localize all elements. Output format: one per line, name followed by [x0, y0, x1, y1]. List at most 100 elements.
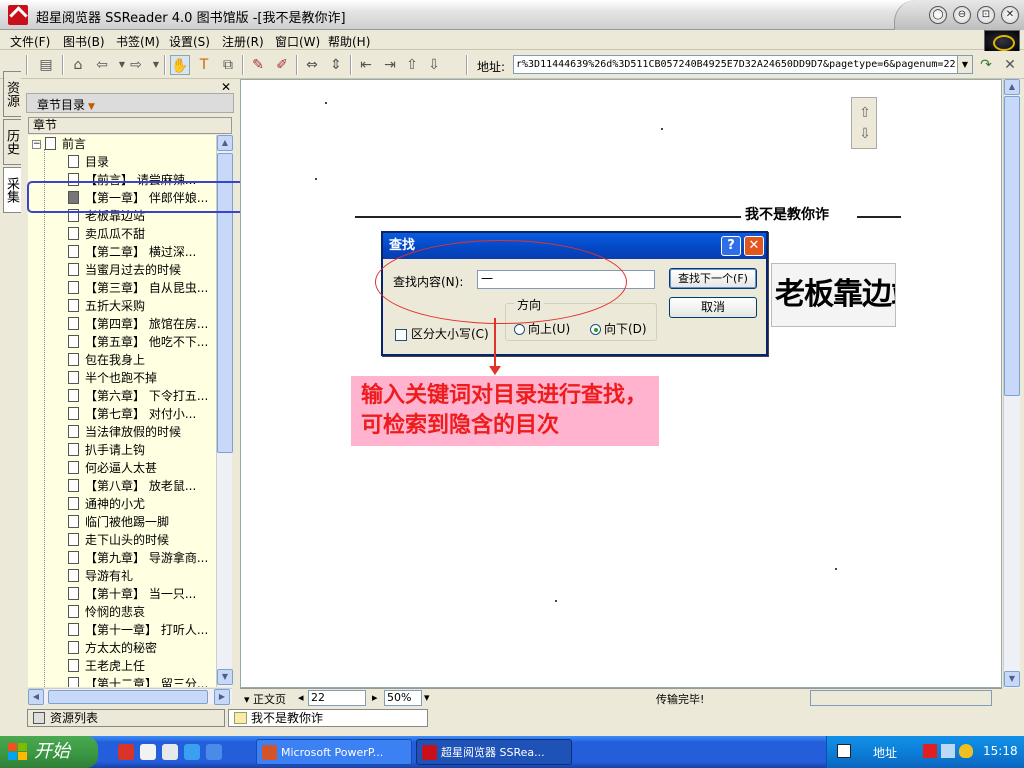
scroll-down-icon[interactable]: ▼ — [1004, 671, 1020, 687]
region-select-icon[interactable]: ⧉ — [218, 55, 238, 75]
panel-close-icon[interactable]: ✕ — [221, 80, 231, 94]
tree-item[interactable]: 临门被他踢一脚 — [68, 513, 169, 531]
tree-item[interactable]: 【第五章】 他吃不下... — [68, 333, 208, 351]
internet-explorer-icon[interactable] — [184, 744, 200, 760]
tree-item[interactable]: 【第七章】 对付小... — [68, 405, 196, 423]
zoom-dropdown-icon[interactable]: ▾ — [424, 691, 430, 704]
fit-width-icon[interactable]: ⇔ — [302, 55, 322, 75]
show-desktop-icon[interactable] — [206, 744, 222, 760]
scroll-down-icon[interactable]: ▼ — [217, 669, 233, 685]
menu-file[interactable]: 文件(F) — [10, 33, 50, 50]
scroll-right-icon[interactable]: ▶ — [214, 689, 230, 705]
scroll-left-icon[interactable]: ◀ — [28, 689, 44, 705]
tree-item[interactable]: 【第十章】 当一只... — [68, 585, 196, 603]
document-tab[interactable]: 我不是教你诈 — [228, 709, 428, 727]
scroll-thumb[interactable] — [48, 690, 208, 704]
task-powerpoint[interactable]: Microsoft PowerP... — [256, 739, 412, 765]
cancel-button[interactable]: 取消 — [669, 297, 757, 318]
menu-book[interactable]: 图书(B) — [63, 33, 105, 50]
prev-page-arrow-icon[interactable]: ◂ — [298, 691, 304, 704]
tree-horizontal-scrollbar[interactable]: ◀ ▶ — [28, 688, 232, 705]
help-icon[interactable]: ? — [721, 236, 741, 256]
scroll-up-icon[interactable]: ▲ — [217, 135, 233, 151]
tree-item[interactable]: 【第九章】 导游拿商... — [68, 549, 208, 567]
menu-register[interactable]: 注册(R) — [222, 33, 264, 50]
security-shield-icon[interactable] — [959, 744, 973, 758]
tree-item[interactable]: 通神的小尤 — [68, 495, 145, 513]
input-method-icon[interactable] — [837, 744, 851, 758]
view-mode-dropdown[interactable]: ▾ 正文页 — [244, 691, 286, 707]
go-icon[interactable]: ↷ — [976, 55, 996, 75]
home-icon[interactable]: ⌂ — [68, 55, 88, 75]
prev-page-icon[interactable]: ⇧ — [857, 104, 873, 122]
tree-item[interactable]: 当法律放假的时候 — [68, 423, 181, 441]
tab-history[interactable]: 历史 — [3, 119, 21, 165]
resource-list-tab[interactable]: 资源列表 — [27, 709, 225, 727]
zoom-input[interactable]: 50% — [384, 690, 422, 706]
tree-item[interactable]: 【第八章】 放老鼠... — [68, 477, 196, 495]
panel-title[interactable]: 章节目录 ▼ — [26, 93, 234, 113]
menu-help[interactable]: 帮助(H) — [328, 33, 370, 50]
next-page-icon[interactable]: ⇩ — [857, 125, 873, 143]
first-page-icon[interactable]: ⇤ — [356, 55, 376, 75]
menu-settings[interactable]: 设置(S) — [169, 33, 210, 50]
close-toolbar-icon[interactable]: ✕ — [1000, 55, 1020, 75]
menu-window[interactable]: 窗口(W) — [275, 33, 320, 50]
address-dropdown-icon[interactable]: ▼ — [957, 56, 972, 73]
address-toolbar-label[interactable]: 地址 — [873, 744, 897, 761]
tree-item[interactable]: 导游有礼 — [68, 567, 133, 585]
antivirus-icon[interactable] — [923, 744, 937, 758]
text-tool-icon[interactable]: T — [194, 55, 214, 75]
tree-item[interactable]: 五折大采购 — [68, 297, 145, 315]
maximize-icon[interactable]: ⊡ — [977, 6, 995, 24]
last-page-icon[interactable]: ⇥ — [380, 55, 400, 75]
column-header[interactable]: 章节 — [28, 117, 232, 134]
tree-item[interactable]: 当蜜月过去的时候 — [68, 261, 181, 279]
title-bar[interactable]: 超星阅览器 SSReader 4.0 图书馆版 -[我不是教你诈] ◯ ⊖ ⊡ … — [0, 0, 1024, 30]
tree-item[interactable]: 卖瓜瓜不甜 — [68, 225, 145, 243]
scroll-thumb[interactable] — [1004, 96, 1020, 396]
address-input[interactable]: r%3D11444639%26d%3D511CB057240B4925E7D32… — [513, 55, 973, 74]
media-player-icon[interactable] — [140, 744, 156, 760]
collapse-icon[interactable]: − — [32, 140, 41, 149]
tree-item[interactable]: 【第十一章】 打听人... — [68, 621, 208, 639]
page-down-icon[interactable]: ⇩ — [424, 55, 444, 75]
menu-bookmark[interactable]: 书签(M) — [116, 33, 160, 50]
page-view-icon[interactable]: ▤ — [36, 55, 56, 75]
tree-item[interactable]: 走下山头的时候 — [68, 531, 169, 549]
browser-icon[interactable] — [162, 744, 178, 760]
minimize-icon[interactable]: ⊖ — [953, 6, 971, 24]
tree-item[interactable]: 方太太的秘密 — [68, 639, 157, 657]
document-vertical-scrollbar[interactable]: ▲ ▼ — [1003, 79, 1020, 688]
tree-item[interactable]: 包在我身上 — [68, 351, 145, 369]
tree-root[interactable]: − 前言 — [32, 135, 86, 153]
close-icon[interactable]: ✕ — [744, 236, 764, 256]
annotate-icon[interactable]: ✎ — [248, 55, 268, 75]
tree-item[interactable]: 目录 — [68, 153, 109, 171]
radio-selected-icon[interactable] — [590, 324, 601, 335]
tree-item[interactable]: 【第十二章】 留三分... — [68, 675, 208, 687]
page-number-input[interactable]: 22 — [308, 690, 366, 706]
status-progress-scrollbar[interactable] — [810, 690, 992, 706]
highlight-icon[interactable]: ✐ — [272, 55, 292, 75]
forward-dropdown-icon[interactable]: ▼ — [146, 55, 166, 75]
fit-height-icon[interactable]: ⇕ — [326, 55, 346, 75]
checkbox-icon[interactable] — [395, 328, 407, 341]
restore-icon[interactable]: ◯ — [929, 6, 947, 24]
next-page-arrow-icon[interactable]: ▸ — [372, 691, 378, 704]
tree-item[interactable]: 【第四章】 旅馆在房... — [68, 315, 208, 333]
tab-resources[interactable]: 资源 — [3, 71, 21, 117]
forward-icon[interactable]: ⇨ — [126, 55, 146, 75]
find-next-button[interactable]: 查找下一个(F) — [669, 268, 757, 289]
back-icon[interactable]: ⇦ — [92, 55, 112, 75]
direction-down-radio[interactable]: 向下(D) — [590, 320, 647, 337]
tree-item[interactable]: 【第三章】 自从昆虫... — [68, 279, 208, 297]
tree-item[interactable]: 王老虎上任 — [68, 657, 145, 675]
network-icon[interactable] — [941, 744, 955, 758]
tree-item[interactable]: 【第二章】 横过深... — [68, 243, 196, 261]
page-up-icon[interactable]: ⇧ — [402, 55, 422, 75]
tree-item[interactable]: 扒手请上钩 — [68, 441, 145, 459]
task-ssreader[interactable]: 超星阅览器 SSRea... — [416, 739, 572, 765]
qq-icon[interactable] — [118, 744, 134, 760]
tree-item[interactable]: 【第六章】 下令打五... — [68, 387, 208, 405]
